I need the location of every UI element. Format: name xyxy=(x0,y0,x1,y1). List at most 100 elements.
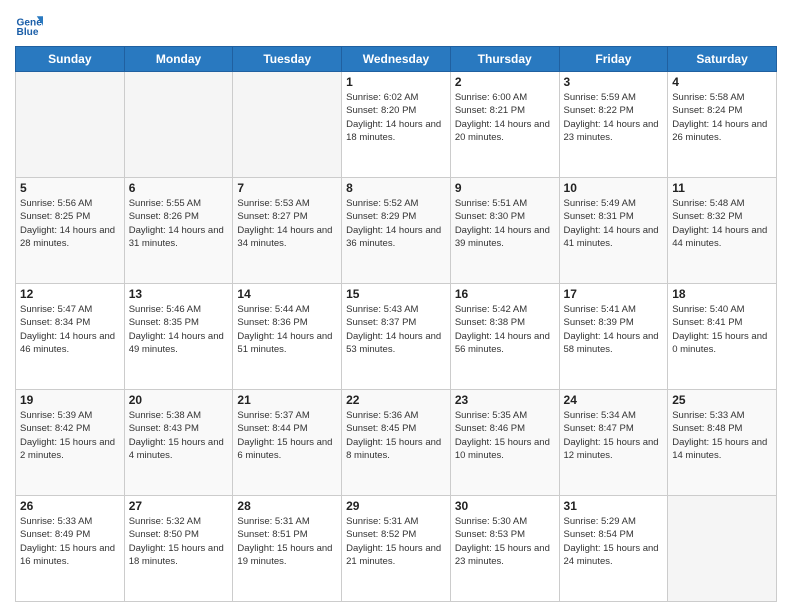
day-info: Sunrise: 5:31 AM Sunset: 8:51 PM Dayligh… xyxy=(237,515,337,568)
weekday-header-monday: Monday xyxy=(124,47,233,72)
day-info: Sunrise: 5:38 AM Sunset: 8:43 PM Dayligh… xyxy=(129,409,229,462)
day-info: Sunrise: 5:37 AM Sunset: 8:44 PM Dayligh… xyxy=(237,409,337,462)
day-info: Sunrise: 5:44 AM Sunset: 8:36 PM Dayligh… xyxy=(237,303,337,356)
day-info: Sunrise: 5:55 AM Sunset: 8:26 PM Dayligh… xyxy=(129,197,229,250)
calendar-cell: 2 Sunrise: 6:00 AM Sunset: 8:21 PM Daylig… xyxy=(450,72,559,178)
day-number: 4 xyxy=(672,75,772,89)
day-number: 5 xyxy=(20,181,120,195)
calendar-cell: 11 Sunrise: 5:48 AM Sunset: 8:32 PM Dayli… xyxy=(668,178,777,284)
day-number: 19 xyxy=(20,393,120,407)
calendar-cell: 16Sunrise: 5:42 AM Sunset: 8:38 PM Dayli… xyxy=(450,284,559,390)
day-info: Sunrise: 5:59 AM Sunset: 8:22 PM Dayligh… xyxy=(564,91,664,144)
day-info: Sunrise: 5:40 AM Sunset: 8:41 PM Dayligh… xyxy=(672,303,772,356)
day-number: 10 xyxy=(564,181,664,195)
logo-icon: General Blue xyxy=(15,10,43,38)
day-number: 30 xyxy=(455,499,555,513)
weekday-header-saturday: Saturday xyxy=(668,47,777,72)
logo: General Blue xyxy=(15,10,45,38)
calendar-cell: 9Sunrise: 5:51 AM Sunset: 8:30 PM Daylig… xyxy=(450,178,559,284)
calendar-cell: 25 Sunrise: 5:33 AM Sunset: 8:48 PM Dayli… xyxy=(668,390,777,496)
calendar-table: SundayMondayTuesdayWednesdayThursdayFrid… xyxy=(15,46,777,602)
calendar-cell: 3Sunrise: 5:59 AM Sunset: 8:22 PM Daylig… xyxy=(559,72,668,178)
day-info: Sunrise: 5:48 AM Sunset: 8:32 PM Dayligh… xyxy=(672,197,772,250)
day-info: Sunrise: 5:42 AM Sunset: 8:38 PM Dayligh… xyxy=(455,303,555,356)
day-number: 2 xyxy=(455,75,555,89)
calendar-cell: 6 Sunrise: 5:55 AM Sunset: 8:26 PM Daylig… xyxy=(124,178,233,284)
calendar-cell: 17Sunrise: 5:41 AM Sunset: 8:39 PM Dayli… xyxy=(559,284,668,390)
day-number: 27 xyxy=(129,499,229,513)
calendar-cell: 24 Sunrise: 5:34 AM Sunset: 8:47 PM Dayli… xyxy=(559,390,668,496)
day-number: 6 xyxy=(129,181,229,195)
day-info: Sunrise: 5:31 AM Sunset: 8:52 PM Dayligh… xyxy=(346,515,446,568)
day-number: 21 xyxy=(237,393,337,407)
day-number: 26 xyxy=(20,499,120,513)
day-info: Sunrise: 5:46 AM Sunset: 8:35 PM Dayligh… xyxy=(129,303,229,356)
day-info: Sunrise: 5:39 AM Sunset: 8:42 PM Dayligh… xyxy=(20,409,120,462)
calendar-cell xyxy=(668,496,777,602)
calendar-cell: 5Sunrise: 5:56 AM Sunset: 8:25 PM Daylig… xyxy=(16,178,125,284)
day-info: Sunrise: 5:41 AM Sunset: 8:39 PM Dayligh… xyxy=(564,303,664,356)
day-number: 18 xyxy=(672,287,772,301)
day-number: 11 xyxy=(672,181,772,195)
day-info: Sunrise: 5:53 AM Sunset: 8:27 PM Dayligh… xyxy=(237,197,337,250)
calendar-cell: 12 Sunrise: 5:47 AM Sunset: 8:34 PM Dayli… xyxy=(16,284,125,390)
calendar-week-3: 12 Sunrise: 5:47 AM Sunset: 8:34 PM Dayli… xyxy=(16,284,777,390)
weekday-header-row: SundayMondayTuesdayWednesdayThursdayFrid… xyxy=(16,47,777,72)
day-number: 12 xyxy=(20,287,120,301)
day-info: Sunrise: 5:47 AM Sunset: 8:34 PM Dayligh… xyxy=(20,303,120,356)
header: General Blue xyxy=(15,10,777,38)
day-number: 29 xyxy=(346,499,446,513)
day-info: Sunrise: 5:43 AM Sunset: 8:37 PM Dayligh… xyxy=(346,303,446,356)
day-info: Sunrise: 5:52 AM Sunset: 8:29 PM Dayligh… xyxy=(346,197,446,250)
day-info: Sunrise: 5:32 AM Sunset: 8:50 PM Dayligh… xyxy=(129,515,229,568)
calendar-cell: 22 Sunrise: 5:36 AM Sunset: 8:45 PM Dayli… xyxy=(342,390,451,496)
calendar-cell: 29 Sunrise: 5:31 AM Sunset: 8:52 PM Dayli… xyxy=(342,496,451,602)
calendar-week-4: 19 Sunrise: 5:39 AM Sunset: 8:42 PM Dayli… xyxy=(16,390,777,496)
calendar-cell: 20 Sunrise: 5:38 AM Sunset: 8:43 PM Dayli… xyxy=(124,390,233,496)
calendar-cell: 10 Sunrise: 5:49 AM Sunset: 8:31 PM Dayli… xyxy=(559,178,668,284)
day-info: Sunrise: 5:29 AM Sunset: 8:54 PM Dayligh… xyxy=(564,515,664,568)
day-number: 8 xyxy=(346,181,446,195)
calendar-cell: 18 Sunrise: 5:40 AM Sunset: 8:41 PM Dayli… xyxy=(668,284,777,390)
day-info: Sunrise: 5:36 AM Sunset: 8:45 PM Dayligh… xyxy=(346,409,446,462)
day-number: 25 xyxy=(672,393,772,407)
calendar-cell: 21 Sunrise: 5:37 AM Sunset: 8:44 PM Dayli… xyxy=(233,390,342,496)
day-number: 7 xyxy=(237,181,337,195)
day-info: Sunrise: 5:51 AM Sunset: 8:30 PM Dayligh… xyxy=(455,197,555,250)
day-number: 1 xyxy=(346,75,446,89)
calendar-cell: 14Sunrise: 5:44 AM Sunset: 8:36 PM Dayli… xyxy=(233,284,342,390)
day-number: 13 xyxy=(129,287,229,301)
day-number: 28 xyxy=(237,499,337,513)
calendar-cell: 7 Sunrise: 5:53 AM Sunset: 8:27 PM Daylig… xyxy=(233,178,342,284)
day-info: Sunrise: 6:00 AM Sunset: 8:21 PM Dayligh… xyxy=(455,91,555,144)
day-info: Sunrise: 5:34 AM Sunset: 8:47 PM Dayligh… xyxy=(564,409,664,462)
weekday-header-thursday: Thursday xyxy=(450,47,559,72)
calendar-cell xyxy=(16,72,125,178)
day-info: Sunrise: 5:35 AM Sunset: 8:46 PM Dayligh… xyxy=(455,409,555,462)
calendar-cell xyxy=(233,72,342,178)
calendar-cell: 26Sunrise: 5:33 AM Sunset: 8:49 PM Dayli… xyxy=(16,496,125,602)
calendar-cell: 13 Sunrise: 5:46 AM Sunset: 8:35 PM Dayli… xyxy=(124,284,233,390)
day-number: 22 xyxy=(346,393,446,407)
weekday-header-sunday: Sunday xyxy=(16,47,125,72)
calendar-week-2: 5Sunrise: 5:56 AM Sunset: 8:25 PM Daylig… xyxy=(16,178,777,284)
calendar-cell: 31 Sunrise: 5:29 AM Sunset: 8:54 PM Dayli… xyxy=(559,496,668,602)
page: General Blue SundayMondayTuesdayWednesda… xyxy=(0,0,792,612)
day-info: Sunrise: 5:33 AM Sunset: 8:48 PM Dayligh… xyxy=(672,409,772,462)
calendar-cell: 28 Sunrise: 5:31 AM Sunset: 8:51 PM Dayli… xyxy=(233,496,342,602)
calendar-cell: 15Sunrise: 5:43 AM Sunset: 8:37 PM Dayli… xyxy=(342,284,451,390)
calendar-body: 1Sunrise: 6:02 AM Sunset: 8:20 PM Daylig… xyxy=(16,72,777,602)
calendar-cell xyxy=(124,72,233,178)
day-info: Sunrise: 5:58 AM Sunset: 8:24 PM Dayligh… xyxy=(672,91,772,144)
weekday-header-friday: Friday xyxy=(559,47,668,72)
calendar-week-5: 26Sunrise: 5:33 AM Sunset: 8:49 PM Dayli… xyxy=(16,496,777,602)
calendar-cell: 4 Sunrise: 5:58 AM Sunset: 8:24 PM Daylig… xyxy=(668,72,777,178)
day-number: 24 xyxy=(564,393,664,407)
calendar-cell: 8 Sunrise: 5:52 AM Sunset: 8:29 PM Daylig… xyxy=(342,178,451,284)
day-info: Sunrise: 5:49 AM Sunset: 8:31 PM Dayligh… xyxy=(564,197,664,250)
weekday-header-wednesday: Wednesday xyxy=(342,47,451,72)
day-number: 31 xyxy=(564,499,664,513)
day-number: 20 xyxy=(129,393,229,407)
calendar-week-1: 1Sunrise: 6:02 AM Sunset: 8:20 PM Daylig… xyxy=(16,72,777,178)
day-info: Sunrise: 5:30 AM Sunset: 8:53 PM Dayligh… xyxy=(455,515,555,568)
